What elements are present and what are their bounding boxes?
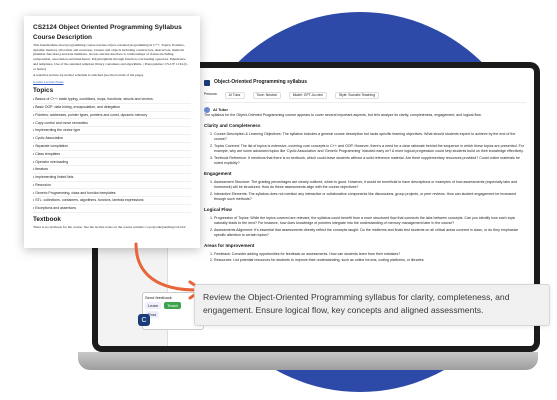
textbook-text: There is no textbook for the course. See… (33, 224, 186, 229)
list-item: Operator overloading (33, 158, 191, 167)
tone-select[interactable]: Tone: Neutral (252, 92, 281, 99)
topics-list: Basics of C++: static typing, conditions… (33, 96, 191, 213)
section-heading: Logical Flow (204, 206, 232, 212)
textbook-heading: Textbook (33, 215, 61, 223)
course-description-heading: Course Description (33, 34, 92, 41)
list-item: Interactive Elements: The syllabus does … (214, 192, 526, 202)
ai-intro: The syllabus for the Object-Oriented Pro… (204, 112, 482, 117)
list-item: Basics of C++: static typing, conditions… (33, 96, 191, 104)
list-item: Progression of Topics: While the topics … (214, 216, 526, 226)
topics-heading: Topics (33, 87, 54, 95)
list-item: Feedback: Consider adding opportunities … (214, 252, 526, 257)
course-description: This intermediate-level programming cour… (33, 43, 189, 71)
learn-button[interactable]: Learn (145, 302, 162, 309)
list-item: Exceptions and assertions (33, 205, 191, 213)
prompt-banner: Review the Object-Oriented Programming s… (194, 284, 550, 326)
list-item: Implementing the vector type (33, 127, 191, 135)
syllabus-document: CS2124 Object Oriented Programming Sylla… (24, 16, 200, 248)
list-item: Pointers: addresses, pointer types, poin… (33, 112, 191, 120)
teach-button[interactable]: Teach (164, 302, 181, 309)
settings-bar: Persona AI Tutor Tone: Neutral Model: GP… (204, 92, 526, 103)
list-item: Course Description & Learning Objectives… (214, 132, 526, 142)
list-item: Separate compilation (33, 143, 191, 151)
list-item: Assessments Alignment: It's essential th… (214, 228, 526, 238)
list-item: Recursion (33, 182, 191, 190)
section-heading: Engagement (204, 171, 232, 177)
list-item: Textbook Reference: It mentions that the… (214, 156, 526, 166)
list-item: Basic OOP: data hiding, encapsulation, a… (33, 104, 191, 112)
list-item: STL: collections, containers, algorithms… (33, 197, 191, 205)
schedule-note: A tentative lecture-by-lecture schedule … (33, 73, 144, 78)
document-icon (204, 80, 210, 86)
list-item: Class templates (33, 151, 191, 159)
prompt-text: Review the Object-Oriented Programming s… (203, 292, 510, 315)
persona-select[interactable]: AI Tutor (224, 92, 245, 99)
style-select[interactable]: Style: Socratic Teaching (334, 92, 379, 99)
ai-name: AI Tutor (213, 107, 229, 113)
app-icon[interactable]: C (138, 314, 150, 326)
list-item: Generic Programming, class and function … (33, 189, 191, 198)
window-title: Object-Oriented Programming syllabus (214, 79, 308, 86)
section-heading: Areas for Improvement (204, 242, 255, 248)
section-heading: Clarity and Completeness (204, 123, 261, 129)
doc-title: CS2124 Object Oriented Programming Sylla… (33, 24, 182, 31)
model-select[interactable]: Model: GPT-4o-mini (288, 92, 327, 99)
list-item: Cyclic Association (33, 135, 191, 143)
laptop-base (78, 352, 538, 370)
list-item: Topics Covered: The list of topics is ex… (214, 144, 526, 154)
list-item: Resources: List potential resources for … (214, 258, 526, 263)
persona-label: Persona (204, 92, 217, 96)
list-item: Implementing linked lists (33, 174, 191, 182)
list-item: Assessment Structure: The grading percen… (214, 180, 526, 190)
lecture-notes-link[interactable]: Course Lecture Notes (33, 80, 191, 84)
list-item: Iterators (33, 166, 191, 174)
list-item: Copy control and move semantics (33, 119, 191, 128)
